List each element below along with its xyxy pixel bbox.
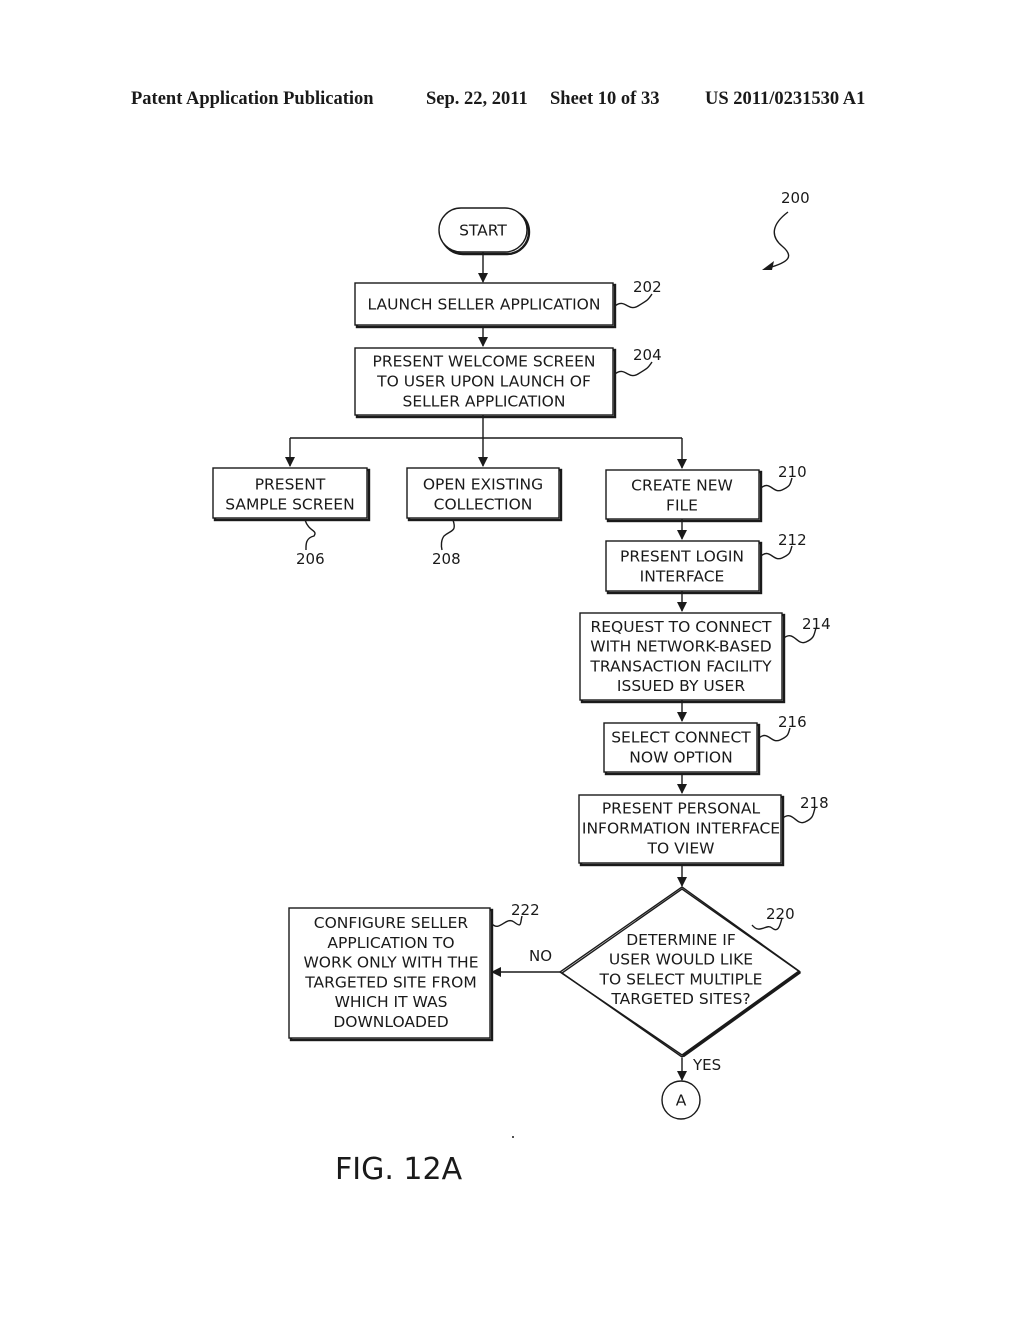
n222-text-line: DOWNLOADED (333, 1013, 448, 1031)
step-214-request-to-connect: REQUEST TO CONNECT WITH NETWORK-BASEDTRAN… (579, 612, 831, 704)
n218-text-line: PRESENT PERSONAL (602, 800, 761, 818)
n222-text-line: WORK ONLY WITH THE (303, 954, 478, 972)
flowchart: 200 START LAUNCH SELLER APPLICATION 202 … (212, 189, 831, 1187)
n206-text-line: PRESENT (255, 476, 326, 494)
step-208-open-existing-collection: OPEN EXISTINGCOLLECTION 208 (406, 467, 563, 568)
ref-220: 220 (766, 905, 795, 923)
n222-text-line: CONFIGURE SELLER (314, 914, 469, 932)
step-204-present-welcome-screen: PRESENT WELCOME SCREEN TO USER UPON LAUNC… (354, 346, 662, 419)
n208-text-line: OPEN EXISTING (423, 476, 543, 494)
n218-text-line: INFORMATION INTERFACE (582, 820, 780, 838)
off-page-connector-a: A (661, 1080, 701, 1120)
edge-204-branch (290, 415, 682, 439)
connectorA-text-line: A (676, 1092, 687, 1110)
step-206-present-sample-screen: PRESENTSAMPLE SCREEN 206 (212, 467, 371, 568)
ref-208: 208 (432, 550, 461, 568)
n210-text-line: CREATE NEW (631, 477, 733, 495)
figure-label: FIG. 12A (335, 1152, 463, 1187)
step-222-configure-seller-application: CONFIGURE SELLER APPLICATION TO WORK ONLY … (288, 901, 540, 1042)
n220-text-line: USER WOULD LIKE (609, 951, 753, 969)
n222-text-line: APPLICATION TO (327, 934, 454, 952)
n214-text-line: REQUEST TO CONNECT (590, 618, 772, 636)
n214-text-line: TRANSACTION FACILITY (589, 657, 772, 675)
figure-ref-arrowhead (762, 261, 774, 270)
scan-speck (512, 1136, 514, 1138)
n214-text-line: ISSUED BY USER (617, 677, 745, 695)
n210-text-line: FILE (666, 496, 698, 514)
step-212-present-login-interface: PRESENT LOGININTERFACE 212 (605, 531, 807, 595)
n220-text-line: TO SELECT MULTIPLE (599, 970, 763, 988)
n216-text-line: NOW OPTION (629, 748, 732, 766)
figure-ref-label: 200 (781, 189, 810, 207)
step-216-select-connect-now-option: SELECT CONNECTNOW OPTION 216 (603, 713, 807, 776)
ref-222: 222 (511, 901, 540, 919)
ref-204: 204 (633, 346, 662, 364)
n222-text-line: TARGETED SITE FROM (304, 973, 476, 991)
n212-text-line: INTERFACE (640, 567, 725, 585)
ref-210: 210 (778, 463, 807, 481)
n206-text-line: SAMPLE SCREEN (225, 495, 354, 513)
edge-label-yes: YES (692, 1056, 721, 1074)
n214-text-line: WITH NETWORK-BASED (590, 638, 772, 656)
ref-214: 214 (802, 615, 831, 633)
start-text-line: START (459, 222, 507, 240)
edge-label-no: NO (529, 947, 552, 965)
n208-text-line: COLLECTION (434, 495, 533, 513)
n216-text-line: SELECT CONNECT (611, 729, 751, 747)
step-218-present-personal-information-interface: PRESENT PERSONAL INFORMATION INTERFACETO … (578, 794, 829, 867)
n202-text-line: LAUNCH SELLER APPLICATION (368, 296, 601, 314)
n204-text-line: TO USER UPON LAUNCH OF (376, 373, 591, 391)
n222-text-line: WHICH IT WAS (335, 993, 448, 1011)
ref-206: 206 (296, 550, 325, 568)
n204-text-line: SELLER APPLICATION (403, 392, 566, 410)
n220-text-line: TARGETED SITES? (610, 990, 750, 1008)
n212-text-line: PRESENT LOGIN (620, 548, 744, 566)
step-202-launch-seller-application: LAUNCH SELLER APPLICATION 202 (354, 278, 662, 329)
n218-text-line: TO VIEW (647, 839, 715, 857)
figure-ref-leader (767, 211, 790, 269)
ref-212: 212 (778, 531, 807, 549)
decision-220-select-multiple-targeted-sites: DETERMINE IF USER WOULD LIKETO SELECT MUL… (558, 886, 802, 1058)
n220-text-line: DETERMINE IF (626, 931, 736, 949)
start-terminal: START (438, 207, 531, 256)
step-210-create-new-file: CREATE NEWFILE 210 (605, 463, 807, 523)
ref-218: 218 (800, 794, 829, 812)
n204-text-line: PRESENT WELCOME SCREEN (372, 353, 595, 371)
ref-216: 216 (778, 713, 807, 731)
ref-202: 202 (633, 278, 662, 296)
